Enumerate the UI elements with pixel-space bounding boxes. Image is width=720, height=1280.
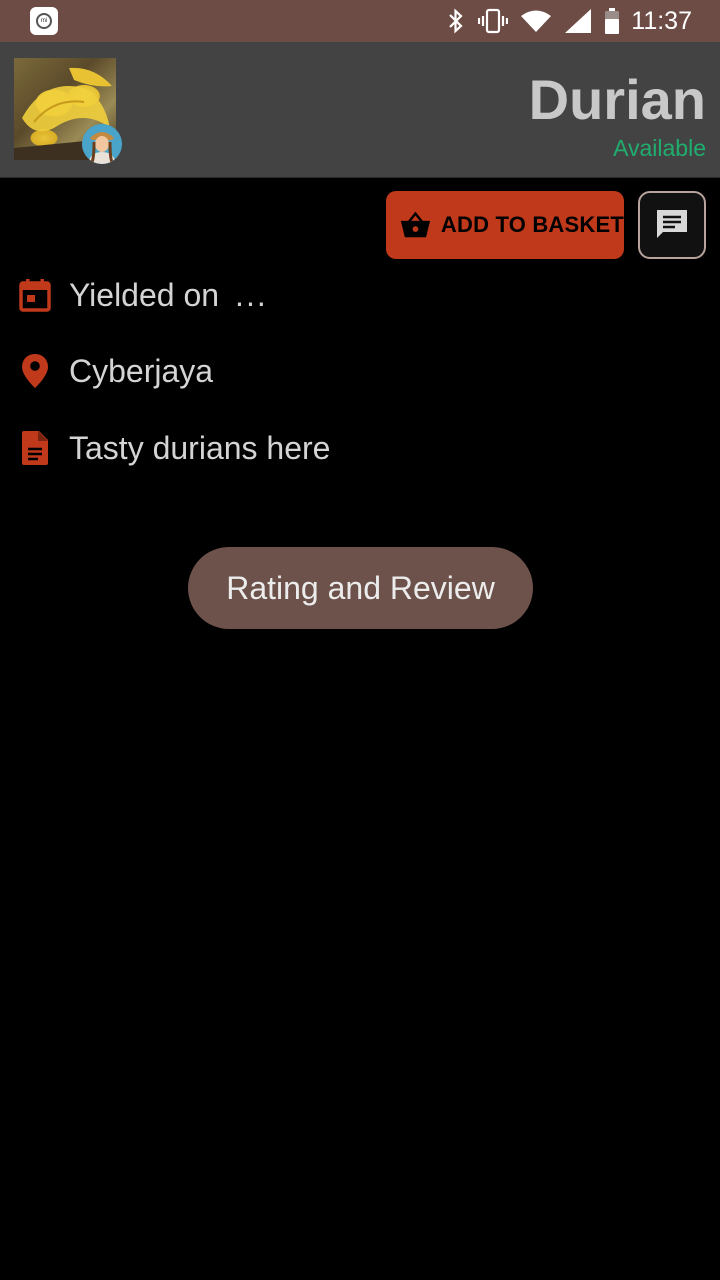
yield-label: Yielded on: [69, 276, 220, 313]
location-text: Cyberjaya: [69, 352, 214, 389]
availability-status: Available: [613, 135, 706, 161]
status-bar: mi 11:37: [0, 0, 720, 42]
yield-value: ...: [235, 276, 268, 313]
product-name: Durian: [528, 68, 706, 131]
calendar-icon: [18, 277, 52, 313]
chat-icon: [657, 210, 687, 238]
yield-date-row: Yielded on ...: [18, 273, 268, 317]
location-row: Cyberjaya: [18, 349, 213, 393]
battery-icon: [605, 8, 619, 34]
add-to-basket-button[interactable]: ADD TO BASKET: [386, 191, 624, 259]
document-icon: [18, 430, 52, 466]
chat-button[interactable]: [638, 191, 706, 259]
status-time: 11:37: [631, 7, 692, 35]
status-icons: [446, 6, 620, 36]
add-to-basket-label: ADD TO BASKET: [440, 212, 624, 237]
description-text: Tasty durians here: [69, 429, 331, 466]
mi-app-icon: mi: [30, 7, 58, 35]
bluetooth-icon: [449, 8, 463, 34]
product-detail-screen: mi 11:37 Durian Available ADD TO BASKET …: [0, 0, 720, 1280]
description-row: Tasty durians here: [18, 426, 330, 470]
location-pin-icon: [18, 353, 52, 389]
rating-review-button[interactable]: Rating and Review: [188, 547, 533, 629]
farmer-avatar[interactable]: [82, 124, 122, 164]
vibrate-icon: [478, 8, 508, 34]
wifi-icon: [521, 10, 551, 32]
signal-icon: [565, 9, 591, 33]
basket-icon: [400, 211, 431, 238]
